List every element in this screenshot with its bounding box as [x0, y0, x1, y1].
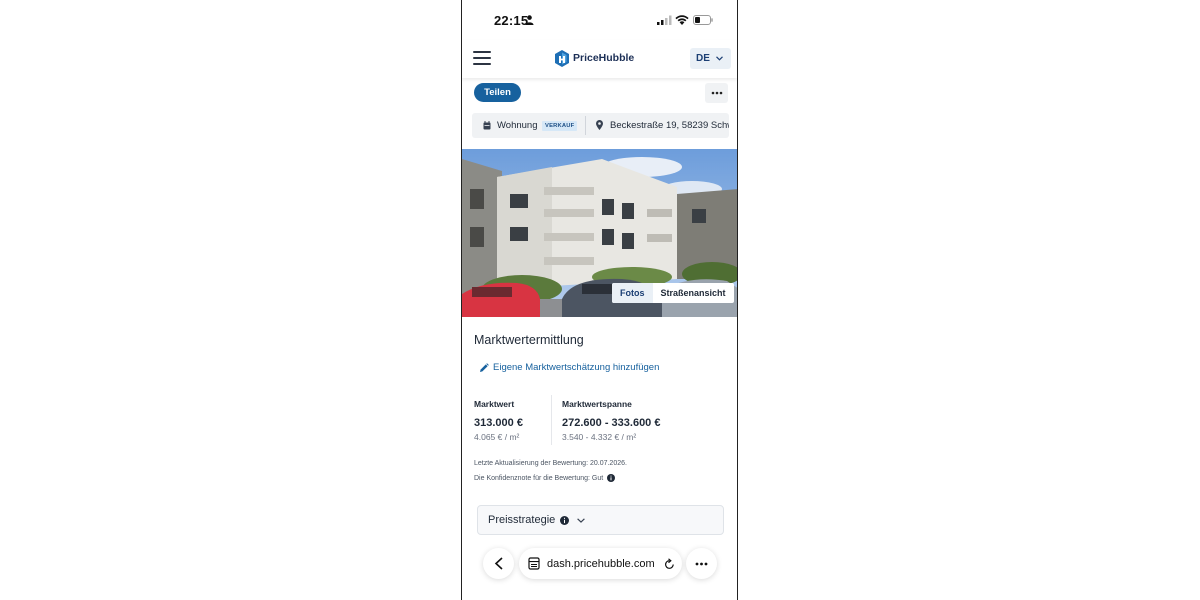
pricehubble-logo-icon — [555, 49, 569, 67]
person-icon — [525, 15, 534, 25]
tab-photos[interactable]: Fotos — [612, 283, 653, 303]
market-value-label: Marktwert — [474, 399, 515, 409]
property-address: Beckestraße 19, 58239 Schwerte — [610, 120, 729, 131]
photo-view-tabs: Fotos Straßenansicht — [612, 283, 734, 303]
more-options-button[interactable] — [705, 83, 728, 103]
market-value: 313.000 € — [474, 417, 523, 429]
property-photo[interactable]: Fotos Straßenansicht — [462, 149, 737, 317]
wifi-icon — [675, 15, 689, 25]
pencil-icon — [480, 362, 489, 372]
chevron-down-icon — [577, 517, 586, 523]
range-value: 272.600 - 333.600 € — [562, 417, 661, 429]
add-own-estimate-link[interactable]: Eigene Marktwertschätzung hinzufügen — [479, 362, 659, 373]
add-own-estimate-label: Eigene Marktwertschätzung hinzufügen — [493, 362, 660, 373]
confidence-note: Die Konfidenznote für die Bewertung: Gut — [474, 474, 616, 482]
battery-icon — [693, 15, 713, 25]
cellular-signal-icon — [657, 15, 672, 25]
info-divider — [585, 116, 586, 135]
app-header: PriceHubble DE — [462, 40, 737, 78]
calendar-icon — [483, 121, 491, 130]
tab-street-view[interactable]: Straßenansicht — [653, 283, 734, 303]
property-info-bar: Wohnung VERKAUF Beckestraße 19, 58239 Sc… — [472, 113, 729, 138]
market-value-range-block: Marktwertspanne 272.600 - 333.600 € 3.54… — [562, 399, 660, 442]
value-divider — [551, 395, 552, 445]
market-value-per-sqm: 4.065 € / m² — [474, 432, 520, 442]
info-icon[interactable] — [560, 515, 570, 525]
phone-screen: 22:15 PriceHubble DE Teilen Wohnung VERK… — [461, 0, 738, 600]
pricehubble-logo[interactable]: PriceHubble — [555, 49, 634, 67]
browser-address-bar[interactable]: dash.pricehubble.com — [519, 548, 682, 579]
share-button[interactable]: Teilen — [474, 83, 521, 102]
status-time: 22:15 — [494, 13, 529, 28]
browser-back-button[interactable] — [483, 548, 514, 579]
market-value-block: Marktwert 313.000 € 4.065 € / m² — [474, 399, 523, 442]
browser-menu-button[interactable] — [686, 548, 717, 579]
info-icon[interactable] — [607, 474, 616, 482]
chevron-down-icon — [715, 56, 723, 61]
status-bar: 22:15 — [462, 0, 737, 40]
more-horizontal-icon — [711, 91, 722, 95]
logo-text: PriceHubble — [573, 52, 635, 64]
reload-icon[interactable] — [664, 557, 675, 570]
tab-overview-icon — [528, 557, 540, 570]
price-strategy-label: Preisstrategie — [488, 514, 556, 526]
language-label: DE — [696, 53, 710, 64]
more-horizontal-icon — [695, 562, 708, 565]
location-pin-icon — [596, 120, 603, 130]
property-type: Wohnung — [497, 120, 538, 131]
range-per-sqm: 3.540 - 4.332 € / m² — [562, 432, 637, 442]
listing-type-badge: VERKAUF — [542, 121, 578, 131]
price-strategy-accordion[interactable]: Preisstrategie — [477, 505, 724, 535]
range-label: Marktwertspanne — [562, 399, 632, 409]
browser-url: dash.pricehubble.com — [547, 557, 655, 570]
last-update-note: Letzte Aktualisierung der Bewertung: 20.… — [474, 460, 627, 467]
confidence-text: Die Konfidenznote für die Bewertung: Gut — [474, 474, 604, 482]
chevron-left-icon — [494, 557, 503, 570]
language-selector[interactable]: DE — [690, 48, 731, 69]
section-title: Marktwertermittlung — [474, 333, 584, 347]
menu-icon[interactable] — [473, 51, 491, 66]
